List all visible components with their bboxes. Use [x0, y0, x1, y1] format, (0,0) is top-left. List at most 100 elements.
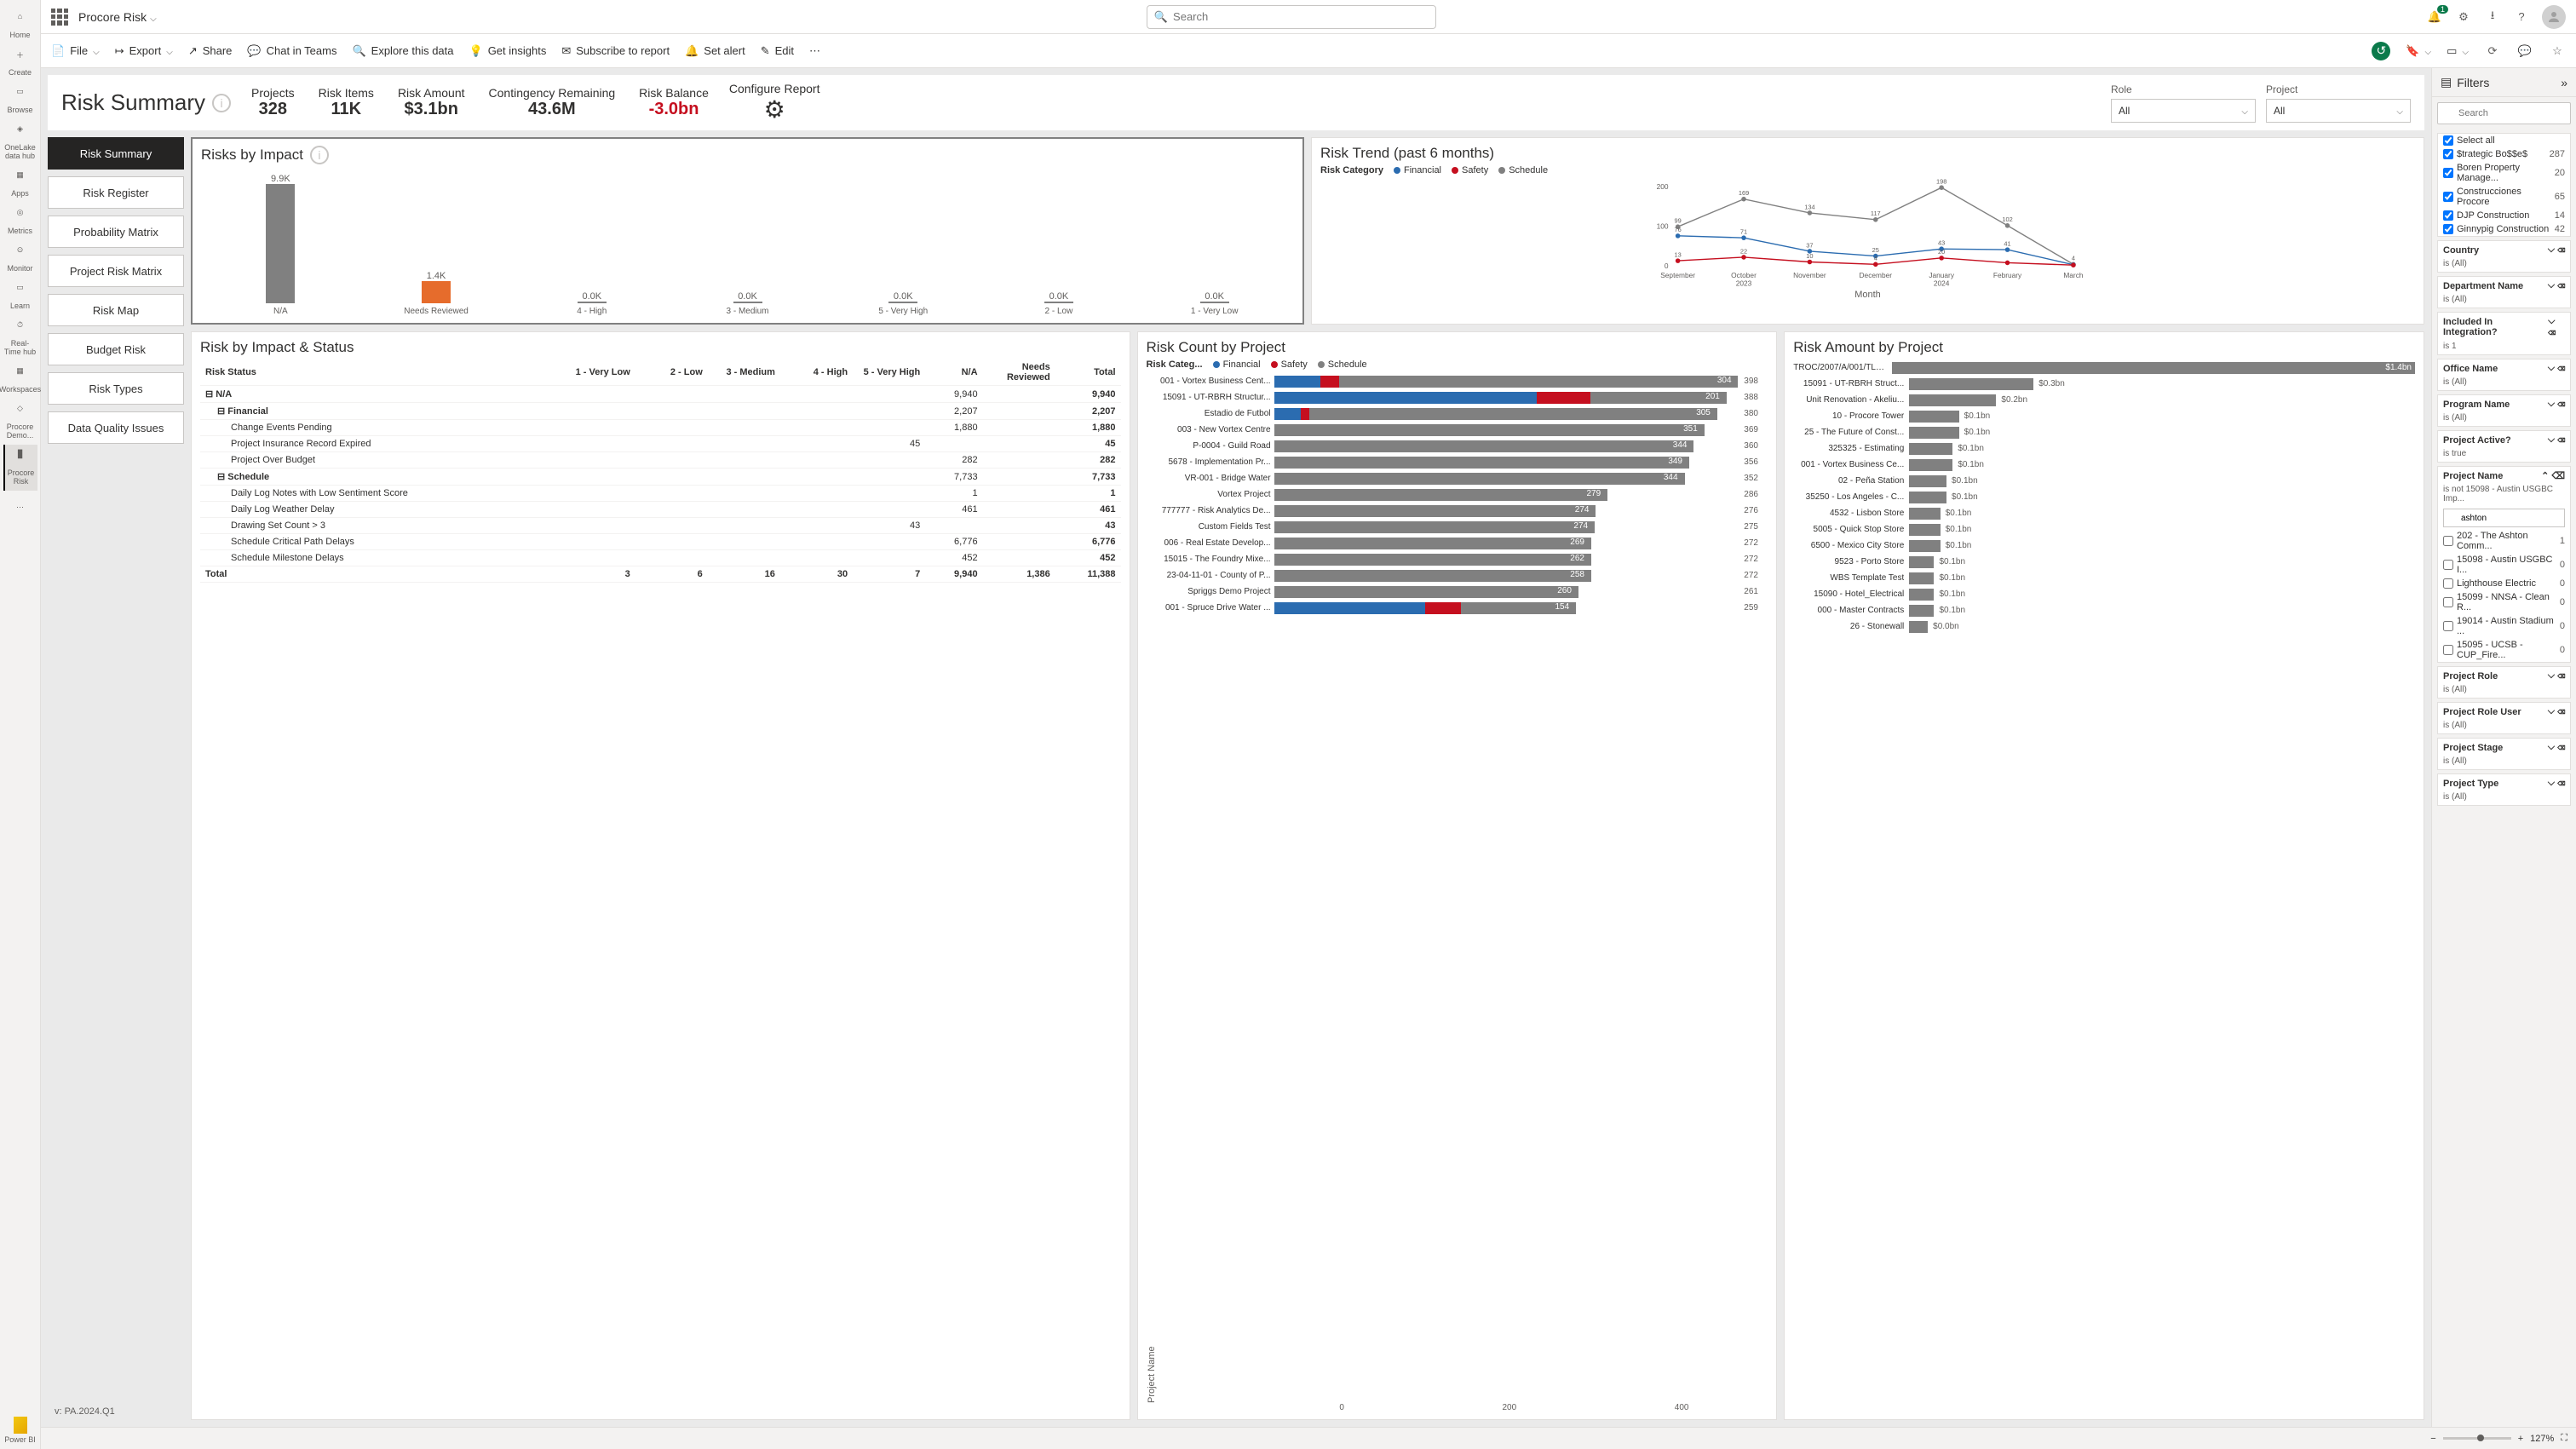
explore-data-button[interactable]: 🔍Explore this data [352, 44, 453, 58]
filter-search-input[interactable] [2437, 102, 2571, 124]
project-bar[interactable]: 001 - Vortex Business Cent...304398 [1160, 373, 1768, 389]
nav-budget-risk[interactable]: Budget Risk [48, 333, 184, 365]
rail-home[interactable]: ⌂Home [3, 7, 37, 44]
project-name-search-input[interactable] [2443, 509, 2565, 527]
project-bar[interactable]: 15091 - UT-RBRH Structur...201388 [1160, 389, 1768, 405]
impact-bar[interactable]: 1.4KNeeds Reviewed [364, 271, 509, 316]
amount-bar[interactable]: 15091 - UT-RBRH Struct...$0.3bn [1793, 376, 2415, 392]
rail-powerbi[interactable]: Power BI [3, 1412, 37, 1449]
reset-icon[interactable]: ↺ [2372, 42, 2390, 60]
info-icon[interactable]: i [212, 94, 231, 112]
amount-bar[interactable]: 001 - Vortex Business Ce...$0.1bn [1793, 457, 2415, 473]
impact-bar[interactable]: 0.0K5 - Very High [831, 291, 976, 316]
export-menu[interactable]: ↦Export [115, 44, 173, 58]
filter-card-project-stage[interactable]: Project Stage⌵ ⌫is (All) [2437, 738, 2571, 770]
chat-teams-button[interactable]: 💬Chat in Teams [247, 44, 336, 58]
favorite-star-icon[interactable]: ☆ [2549, 43, 2566, 60]
amount-bar[interactable]: 5005 - Quick Stop Store$0.1bn [1793, 521, 2415, 538]
rail-procore-demo-[interactable]: ◇Procore Demo... [3, 399, 37, 445]
matrix-row[interactable]: ⊟ Schedule7,7337,733 [200, 469, 1121, 486]
filter-card-project-active-[interactable]: Project Active?⌵ ⌫is true [2437, 430, 2571, 463]
project-bar[interactable]: 5678 - Implementation Pr...349356 [1160, 454, 1768, 470]
zoom-out[interactable]: − [2430, 1434, 2435, 1444]
amount-bar[interactable]: Unit Renovation - Akeliu...$0.2bn [1793, 392, 2415, 408]
amount-bar[interactable]: 25 - The Future of Const...$0.1bn [1793, 424, 2415, 440]
rail-learn[interactable]: ▭Learn [3, 278, 37, 315]
filter-checkbox-row[interactable]: 19014 - Austin Stadium ...0 [2438, 614, 2570, 638]
zoom-slider[interactable] [2443, 1437, 2511, 1440]
nav-risk-map[interactable]: Risk Map [48, 294, 184, 326]
matrix-row[interactable]: Project Insurance Record Expired4545 [200, 436, 1121, 452]
rail-real-time-hub[interactable]: ⏱Real-Time hub [3, 315, 37, 361]
project-bar[interactable]: VR-001 - Bridge Water344352 [1160, 470, 1768, 486]
info-icon[interactable]: i [310, 146, 329, 164]
app-launcher-icon[interactable] [51, 9, 68, 26]
slicer-role-dropdown[interactable]: All [2111, 99, 2256, 123]
settings-gear-icon[interactable]: ⚙ [2455, 9, 2472, 26]
impact-bar[interactable]: 0.0K3 - Medium [675, 291, 820, 316]
rail-apps[interactable]: ▦Apps [3, 165, 37, 203]
notifications-icon[interactable]: 🔔1 [2426, 9, 2443, 26]
project-bar[interactable]: Spriggs Demo Project260261 [1160, 584, 1768, 600]
zoom-in[interactable]: + [2518, 1434, 2523, 1444]
rail-monitor[interactable]: ⊙Monitor [3, 240, 37, 278]
project-bar[interactable]: 006 - Real Estate Develop...269272 [1160, 535, 1768, 551]
amount-bar[interactable]: TROC/2007/A/001/TLEL ...$1.4bn [1793, 359, 2415, 376]
matrix-row[interactable]: Schedule Critical Path Delays6,7766,776 [200, 534, 1121, 550]
amount-bar[interactable]: 10 - Procore Tower$0.1bn [1793, 408, 2415, 424]
filter-card-program-name[interactable]: Program Name⌵ ⌫is (All) [2437, 394, 2571, 427]
filter-checkbox-row[interactable]: Boren Property Manage...20 [2438, 161, 2570, 185]
impact-bar[interactable]: 0.0K2 - Low [986, 291, 1132, 316]
project-bar[interactable]: 23-04-11-01 - County of P...258272 [1160, 567, 1768, 584]
workspace-title[interactable]: Procore Risk [78, 10, 157, 24]
filter-card-project-role-user[interactable]: Project Role User⌵ ⌫is (All) [2437, 702, 2571, 734]
share-button[interactable]: ↗Share [188, 44, 233, 58]
matrix-row[interactable]: Schedule Milestone Delays452452 [200, 550, 1121, 566]
project-bar[interactable]: 777777 - Risk Analytics De...274276 [1160, 503, 1768, 519]
filter-card-project-role[interactable]: Project Role⌵ ⌫is (All) [2437, 666, 2571, 699]
refresh-icon[interactable]: ⟳ [2484, 43, 2501, 60]
matrix-row[interactable]: ⊟ N/A9,9409,940 [200, 386, 1121, 403]
filter-card-department-name[interactable]: Department Name⌵ ⌫is (All) [2437, 276, 2571, 308]
filter-checkbox-row[interactable]: $trategic Bo$$e$287 [2438, 147, 2570, 161]
nav-risk-types[interactable]: Risk Types [48, 372, 184, 405]
matrix-row[interactable]: Change Events Pending1,8801,880 [200, 420, 1121, 436]
rail-metrics[interactable]: ◎Metrics [3, 203, 37, 240]
amount-bar[interactable]: 15090 - Hotel_Electrical$0.1bn [1793, 586, 2415, 602]
filter-pane-header[interactable]: ▤ Filters » [2432, 68, 2576, 97]
rail-more[interactable]: ⋯ [3, 497, 37, 526]
risk-matrix-table[interactable]: Risk Status1 - Very Low2 - Low3 - Medium… [200, 359, 1121, 583]
filter-card-office-name[interactable]: Office Name⌵ ⌫is (All) [2437, 359, 2571, 391]
matrix-row[interactable]: Daily Log Weather Delay461461 [200, 502, 1121, 518]
set-alert-button[interactable]: 🔔Set alert [685, 44, 745, 58]
file-menu[interactable]: 📄File [51, 44, 100, 58]
project-bar[interactable]: 001 - Spruce Drive Water ...154259 [1160, 600, 1768, 616]
rail-workspaces[interactable]: ▦Workspaces [3, 361, 37, 399]
filter-checkbox-row[interactable]: DJP Construction14 [2438, 209, 2570, 222]
rail-onelake-data-hub[interactable]: ◈OneLake data hub [3, 119, 37, 165]
filter-checkbox-row[interactable]: 15098 - Austin USGBC I...0 [2438, 553, 2570, 577]
amount-bar[interactable]: 26 - Stonewall$0.0bn [1793, 618, 2415, 635]
comment-icon[interactable]: 💬 [2516, 43, 2533, 60]
amount-bar[interactable]: 35250 - Los Angeles - C...$0.1bn [1793, 489, 2415, 505]
impact-bar[interactable]: 9.9KN/A [208, 174, 354, 316]
user-avatar[interactable] [2542, 5, 2566, 29]
search-input[interactable] [1173, 10, 1429, 23]
bookmark-icon[interactable]: 🔖 [2406, 44, 2431, 58]
matrix-row[interactable]: ⊟ Financial2,2072,207 [200, 403, 1121, 420]
amount-bar[interactable]: 02 - Peña Station$0.1bn [1793, 473, 2415, 489]
global-search[interactable]: 🔍 [1147, 5, 1436, 29]
subscribe-button[interactable]: ✉Subscribe to report [561, 44, 670, 58]
amount-bar[interactable]: 6500 - Mexico City Store$0.1bn [1793, 538, 2415, 554]
edit-button[interactable]: ✎Edit [761, 44, 794, 58]
nav-risk-summary[interactable]: Risk Summary [48, 137, 184, 170]
filter-checkbox-row[interactable]: 15095 - UCSB - CUP_Fire...0 [2438, 638, 2570, 662]
nav-risk-register[interactable]: Risk Register [48, 176, 184, 209]
download-icon[interactable]: ⭳ [2484, 9, 2501, 26]
amount-bar[interactable]: 9523 - Porto Store$0.1bn [1793, 554, 2415, 570]
filter-checkbox-row[interactable]: Ginnypig Construction42 [2438, 222, 2570, 236]
rail-procore-risk[interactable]: ▊Procore Risk [3, 445, 37, 491]
filter-checkbox-row[interactable]: 202 - The Ashton Comm...1 [2438, 529, 2570, 553]
filter-checkbox-row[interactable]: Lighthouse Electric0 [2438, 577, 2570, 590]
trend-line-chart[interactable]: 0100200991691341171981024767137254341132… [1320, 179, 2415, 290]
